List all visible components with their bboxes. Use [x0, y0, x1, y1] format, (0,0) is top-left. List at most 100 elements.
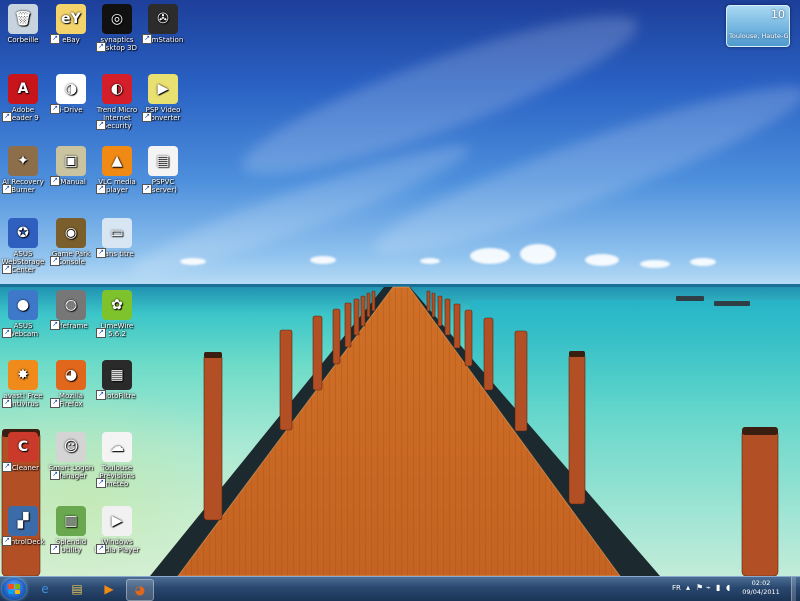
internet-explorer-taskbar-button[interactable]: e: [32, 579, 58, 599]
desktop-icon-image: ▶: [148, 74, 178, 104]
shortcut-arrow-icon: ↗: [50, 320, 60, 330]
desktop-icon[interactable]: ☺ ↗ Smart Logon Manager: [48, 432, 94, 480]
shortcut-arrow-icon: ↗: [96, 248, 106, 258]
volume-icon[interactable]: ◖: [726, 583, 730, 592]
shortcut-arrow-icon: ↗: [142, 184, 152, 194]
desktop-icon-image: ✸: [8, 360, 38, 390]
desktop-icon-image: C: [8, 432, 38, 462]
shortcut-arrow-icon: ↗: [50, 34, 60, 44]
shortcut-arrow-icon: ↗: [2, 462, 12, 472]
location-label: Toulouse, Haute-Ga...: [729, 32, 789, 40]
desktop-icon[interactable]: ▞ ↗ ControlDeck: [0, 506, 46, 546]
shortcut-arrow-icon: ↗: [50, 176, 60, 186]
shortcut-arrow-icon: ↗: [142, 112, 152, 122]
shortcut-arrow-icon: ↗: [2, 398, 12, 408]
shortcut-arrow-icon: ↗: [96, 478, 106, 488]
desktop-icon-label: Corbeille: [7, 36, 39, 44]
desktop-icon-image: ✦: [8, 146, 38, 176]
shortcut-arrow-icon: ↗: [96, 328, 106, 338]
desktop-icon[interactable]: ◍ ↗ Lifeframe: [48, 290, 94, 330]
desktop-icon-image: ▶: [102, 506, 132, 536]
clock[interactable]: 02:02 09/04/2011: [736, 579, 786, 597]
desktop-icon[interactable]: ▤ ↗ PSPVC (server): [140, 146, 186, 194]
desktop-icon[interactable]: ▶ ↗ PSP Video Converter: [140, 74, 186, 122]
desktop-icon-image: 🗑: [8, 4, 38, 34]
weather-gadget[interactable]: 10 Toulouse, Haute-Ga...: [726, 5, 790, 47]
desktop-icon-image: ◎: [102, 4, 132, 34]
shortcut-arrow-icon: ↗: [50, 398, 60, 408]
language-indicator[interactable]: FR: [672, 584, 681, 592]
desktop-icon-image: ☁: [102, 432, 132, 462]
system-tray: FR ▴ ⚑ ⌁ ▮ ◖ 02:02 09/04/2011: [666, 577, 796, 601]
desktop-icon-image: ✪: [8, 218, 38, 248]
desktop-icon-image: A: [8, 74, 38, 104]
desktop-icon[interactable]: ☁ ↗ Toulouse Prévisions météo: [94, 432, 140, 488]
shortcut-arrow-icon: ↗: [2, 184, 12, 194]
clock-date: 09/04/2011: [742, 588, 780, 596]
desktop-icon-image: ◐: [102, 74, 132, 104]
desktop-icon[interactable]: ▥ ↗ Splendid Utility: [48, 506, 94, 554]
network-icon[interactable]: ⌁: [706, 583, 711, 592]
desktop-icon-image: ◕: [56, 360, 86, 390]
desktop-icon[interactable]: ▣ ↗ eManual: [48, 146, 94, 186]
desktop-icon[interactable]: ▶ ↗ Windows Media Player: [94, 506, 140, 554]
desktop-icon[interactable]: C ↗ CCleaner: [0, 432, 46, 472]
shortcut-arrow-icon: ↗: [142, 34, 152, 44]
shortcut-arrow-icon: ↗: [50, 104, 60, 114]
shortcut-arrow-icon: ↗: [2, 112, 12, 122]
windows-explorer-icon: ▤: [71, 582, 83, 596]
desktop-icon-image: ▲: [102, 146, 132, 176]
shortcut-arrow-icon: ↗: [2, 536, 12, 546]
desktop-icon-image: ✇: [148, 4, 178, 34]
desktop-icon[interactable]: ◑ ↗ i-Drive: [48, 74, 94, 114]
desktop-icon[interactable]: ◐ ↗ Trend Micro Internet Security: [94, 74, 140, 130]
show-desktop-button[interactable]: [791, 577, 796, 601]
desktop-icon[interactable]: A ↗ Adobe Reader 9: [0, 74, 46, 122]
desktop-icon-image: eY: [56, 4, 86, 34]
desktop-icon[interactable]: ✸ ↗ avast! Free Antivirus: [0, 360, 46, 408]
media-player-taskbar-button[interactable]: ▶: [96, 579, 122, 599]
desktop-icon-image: ▤: [148, 146, 178, 176]
desktop-icon[interactable]: ✿ ↗ LimeWire 5.6.2: [94, 290, 140, 338]
windows-explorer-taskbar-button[interactable]: ▤: [64, 579, 90, 599]
desktop-icon[interactable]: eY ↗ eBay: [48, 4, 94, 44]
desktop-icon[interactable]: ✇ ↗ RemStation: [140, 4, 186, 44]
desktop-icon[interactable]: ◎ ↗ synaptics desktop 3D: [94, 4, 140, 52]
desktop-icon[interactable]: ● ↗ ASUS Webcam: [0, 290, 46, 338]
desktop-icon[interactable]: ▲ ↗ VLC media player: [94, 146, 140, 194]
desktop-icon[interactable]: ▭ ↗ Sans titre: [94, 218, 140, 258]
desktop-icon[interactable]: ✦ ↗ AI Recovery Burner: [0, 146, 46, 194]
show-hidden-icons-icon[interactable]: ▴: [686, 583, 690, 592]
shortcut-arrow-icon: ↗: [50, 256, 60, 266]
shortcut-arrow-icon: ↗: [96, 120, 106, 130]
flag-icon[interactable]: ⚑: [696, 583, 703, 592]
desktop-icon[interactable]: ▦ ↗ PhotoFiltre: [94, 360, 140, 400]
shortcut-arrow-icon: ↗: [96, 42, 106, 52]
desktop-icon-image: ◑: [56, 74, 86, 104]
desktop-icon-image: ☺: [56, 432, 86, 462]
shortcut-arrow-icon: ↗: [96, 390, 106, 400]
desktop-icon-image: ✿: [102, 290, 132, 320]
media-player-icon: ▶: [104, 582, 114, 596]
desktop-icon[interactable]: ◉ ↗ Game Park Console: [48, 218, 94, 266]
desktop-icon-image: ▣: [56, 146, 86, 176]
shortcut-arrow-icon: ↗: [50, 470, 60, 480]
clock-time: 02:02: [751, 579, 771, 587]
desktop-icon[interactable]: 🗑 Corbeille: [0, 4, 46, 44]
start-button[interactable]: [2, 578, 26, 600]
desktop-icon-image: ▞: [8, 506, 38, 536]
shortcut-arrow-icon: ↗: [50, 544, 60, 554]
shortcut-arrow-icon: ↗: [2, 264, 12, 274]
windows-logo-icon: [8, 584, 20, 594]
desktop-icon[interactable]: ◕ ↗ Mozilla Firefox: [48, 360, 94, 408]
firefox-icon: ◕: [134, 583, 146, 597]
taskbar: e ▤ ▶ ◕ FR ▴ ⚑ ⌁ ▮ ◖ 02:02 09/04/2011: [0, 576, 800, 601]
desktop-icon[interactable]: ✪ ↗ ASUS WebStorage Center: [0, 218, 46, 274]
signal-icon[interactable]: ▮: [716, 583, 720, 592]
desktop-icon-image: ▭: [102, 218, 132, 248]
desktop-icon-image: ◍: [56, 290, 86, 320]
desktop-icon-image: ▦: [102, 360, 132, 390]
shortcut-arrow-icon: ↗: [2, 328, 12, 338]
desktop-icon-image: ●: [8, 290, 38, 320]
firefox-taskbar-button[interactable]: ◕: [126, 579, 154, 601]
